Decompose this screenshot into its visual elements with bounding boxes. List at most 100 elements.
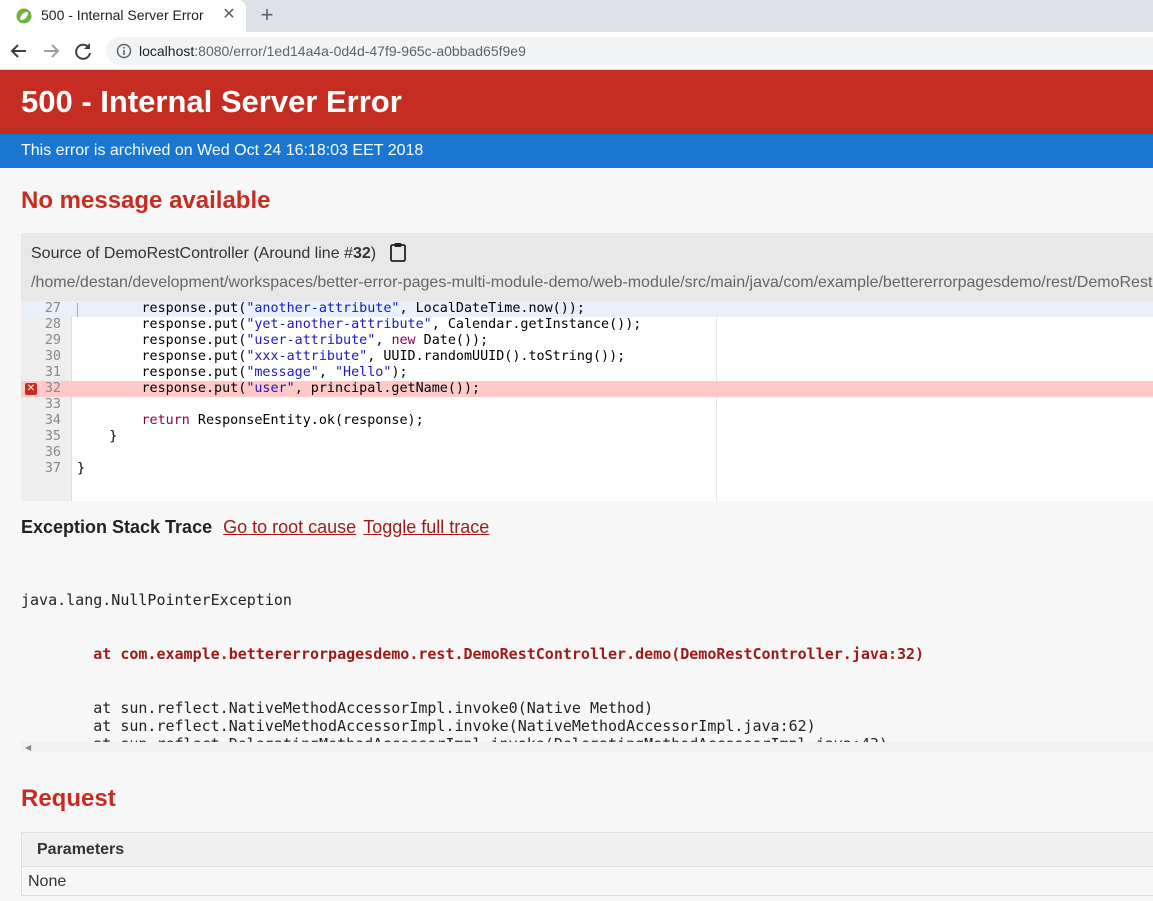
line-number: 34 (44, 413, 61, 428)
scroll-left-icon[interactable]: ◀ (25, 743, 31, 752)
spring-leaf-icon (16, 8, 32, 24)
code-token: ResponseEntity.ok(response); (189, 413, 424, 428)
code-text: response.put("message", "Hello"); (77, 365, 408, 381)
source-title-prefix: Source of DemoRestController (Around lin… (31, 245, 353, 262)
code-token: , (318, 365, 335, 380)
code-token: response.put( (77, 365, 247, 380)
back-arrow-icon[interactable] (8, 40, 30, 62)
close-tab-icon[interactable]: ✕ (220, 5, 238, 25)
line-number: 33 (44, 397, 61, 412)
tab-bar: 500 - Internal Server Error ✕ + (0, 0, 1153, 32)
toggle-trace-link[interactable]: Toggle full trace (363, 517, 489, 537)
line-number: 27 (44, 301, 61, 316)
request-heading: Request (21, 785, 116, 812)
line-number: 30 (44, 349, 61, 364)
code-token: new (391, 333, 416, 348)
url-host: localhost (139, 43, 195, 59)
code-line: 30 response.put("xxx-attribute", UUID.ra… (21, 349, 1153, 365)
info-icon[interactable] (116, 43, 132, 59)
source-header: Source of DemoRestController (Around lin… (21, 233, 1153, 301)
cause-line: at com.example.bettererrorpagesdemo.rest… (21, 645, 925, 663)
code-line: 32 ✕ response.put("user", principal.getNa… (21, 381, 1153, 397)
address-bar[interactable]: localhost:8080/error/1ed14a4a-0d4d-47f9-… (106, 37, 1153, 65)
error-marker-icon: ✕ (25, 383, 37, 395)
stack-trace-title: Exception Stack Trace (21, 517, 213, 537)
code-token: "user" (246, 381, 295, 396)
line-number: 35 (44, 429, 61, 444)
horizontal-scrollbar[interactable]: ◀ (21, 742, 1153, 752)
source-path: /home/destan/development/workspaces/bett… (31, 274, 1153, 291)
code-text: } (77, 429, 117, 445)
code-token: response.put( (77, 333, 247, 348)
reload-icon[interactable] (72, 40, 94, 62)
code-text: } (77, 461, 85, 477)
line-number: 36 (44, 445, 61, 460)
code-token: "yet-another-attribute" (246, 317, 432, 332)
url-path: :8080/error/1ed14a4a-0d4d-47f9-965c-a0bb… (194, 43, 526, 59)
code-token: return (141, 413, 190, 428)
archive-text: This error is archived on Wed Oct 24 16:… (21, 142, 424, 159)
browser-tab[interactable]: 500 - Internal Server Error ✕ (0, 0, 246, 32)
code-line: 28 response.put("yet-another-attribute",… (21, 317, 1153, 333)
code-line: 29 response.put("user-attribute", new Da… (21, 333, 1153, 349)
line-number: 28 (44, 317, 61, 332)
line-number: 29 (44, 333, 61, 348)
code-token: "user-attribute" (246, 333, 376, 348)
url-text[interactable]: localhost:8080/error/1ed14a4a-0d4d-47f9-… (139, 43, 526, 59)
root-cause-link[interactable]: Go to root cause (223, 517, 356, 537)
error-message: No message available (21, 187, 271, 214)
code-text: response.put("user", principal.getName()… (77, 381, 480, 397)
code-text: response.put("xxx-attribute", UUID.rando… (77, 349, 625, 365)
code-line: 36 (21, 445, 1153, 461)
code-token: "xxx-attribute" (246, 349, 368, 364)
code-token: response.put( (77, 349, 247, 364)
code-editor[interactable]: 27 response.put("another-attribute", Loc… (21, 301, 1153, 501)
code-token: ); (391, 365, 408, 380)
line-number: 31 (44, 365, 61, 380)
code-text: response.put("user-attribute", new Date(… (77, 333, 488, 349)
code-token: , (375, 333, 392, 348)
parameters-panel: Parameters None (21, 832, 1153, 896)
browser-toolbar: localhost:8080/error/1ed14a4a-0d4d-47f9-… (0, 32, 1153, 70)
exception-line: java.lang.NullPointerException (21, 591, 292, 609)
code-token: response.put( (77, 301, 247, 316)
archive-banner: This error is archived on Wed Oct 24 16:… (0, 134, 1153, 168)
source-title-suffix: ) (370, 245, 377, 262)
code-token: } (77, 461, 86, 476)
code-token: , Calendar.getInstance()); (431, 317, 642, 332)
tab-title: 500 - Internal Server Error (41, 7, 204, 23)
stack-trace-header: Exception Stack Trace Go to root cause T… (21, 517, 489, 538)
code-text: return ResponseEntity.ok(response); (77, 413, 424, 429)
code-line: 33 (21, 397, 1153, 413)
parameters-header: Parameters (22, 833, 1153, 867)
code-line: 34 return ResponseEntity.ok(response); (21, 413, 1153, 429)
code-line: 31 response.put("message", "Hello"); (21, 365, 1153, 381)
code-line: 35 } (21, 429, 1153, 445)
code-token: , LocalDateTime.now()); (399, 301, 585, 316)
page-content: 500 - Internal Server Error This error i… (0, 70, 1153, 901)
code-token: , principal.getName()); (294, 381, 481, 396)
code-token: "message" (246, 365, 319, 380)
page-title: 500 - Internal Server Error (21, 84, 402, 119)
code-token: "another-attribute" (246, 301, 400, 316)
code-token: , UUID.randomUUID().toString()); (367, 349, 626, 364)
trace-line: at sun.reflect.NativeMethodAccessorImpl.… (21, 699, 654, 717)
code-text: response.put("another-attribute", LocalD… (77, 301, 585, 317)
trace-line: at sun.reflect.NativeMethodAccessorImpl.… (21, 717, 816, 735)
code-token: } (77, 429, 118, 444)
source-title: Source of DemoRestController (Around lin… (31, 245, 376, 263)
code-token: response.put( (77, 317, 247, 332)
new-tab-icon[interactable]: + (255, 3, 279, 27)
parameters-value: None (28, 873, 67, 890)
stack-trace[interactable]: java.lang.NullPointerException at com.ex… (21, 555, 1153, 745)
clipboard-icon[interactable] (389, 241, 407, 263)
source-line-number: 32 (352, 245, 371, 262)
code-token: response.put( (77, 381, 247, 396)
code-token: "Hello" (335, 365, 392, 380)
line-number: 37 (44, 461, 61, 476)
code-text: response.put("yet-another-attribute", Ca… (77, 317, 641, 333)
code-line: 37} (21, 461, 1153, 477)
forward-arrow-icon[interactable] (40, 40, 62, 62)
code-token: Date()); (415, 333, 489, 348)
